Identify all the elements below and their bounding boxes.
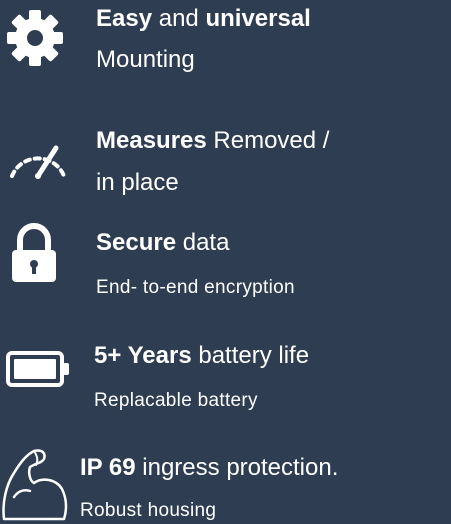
- feature-title-rest: data: [176, 229, 230, 256]
- flexed-arm-icon: [0, 447, 70, 523]
- feature-title-line-2: in place: [96, 169, 179, 196]
- feature-title-bold: IP 69: [80, 454, 136, 481]
- lock-icon: [8, 222, 60, 284]
- gear-icon: [5, 8, 65, 68]
- feature-title: IP 69 ingress protection.: [80, 453, 338, 483]
- feature-title: 5+ Years battery life: [94, 341, 309, 371]
- feature-title-bold: Easy: [96, 5, 153, 32]
- battery-icon: [6, 349, 70, 389]
- feature-title-bold: 5+ Years: [94, 342, 192, 369]
- feature-secure-data: Secure data End- to-end encryption: [0, 222, 451, 312]
- feature-measures: Measures Removed / in place: [0, 110, 451, 210]
- speedometer-icon: [6, 132, 70, 182]
- feature-title-line-2: Mounting: [96, 46, 195, 73]
- feature-title-rest: battery life: [191, 342, 310, 369]
- feature-title: Easy and universal: [96, 4, 311, 34]
- feature-easy-mounting: Easy and universal Mounting: [0, 0, 451, 100]
- feature-title-rest: ingress protection.: [135, 454, 339, 481]
- feature-title-bold: Measures: [96, 127, 207, 154]
- feature-battery: 5+ Years battery life Replacable battery: [0, 335, 451, 425]
- feature-ip69: IP 69 ingress protection. Robust housing: [0, 445, 451, 524]
- feature-title-rest: Removed /: [206, 127, 330, 154]
- feature-subtitle: Robust housing: [80, 500, 217, 521]
- feature-title: Measures Removed /: [96, 126, 329, 156]
- feature-subtitle: Replacable battery: [94, 390, 258, 411]
- feature-title-bold: Secure: [96, 229, 177, 256]
- feature-title-bold-2: universal: [205, 5, 311, 32]
- feature-title: Secure data: [96, 228, 229, 258]
- feature-title-rest: and: [152, 5, 206, 32]
- feature-subtitle: End- to-end encryption: [96, 277, 295, 298]
